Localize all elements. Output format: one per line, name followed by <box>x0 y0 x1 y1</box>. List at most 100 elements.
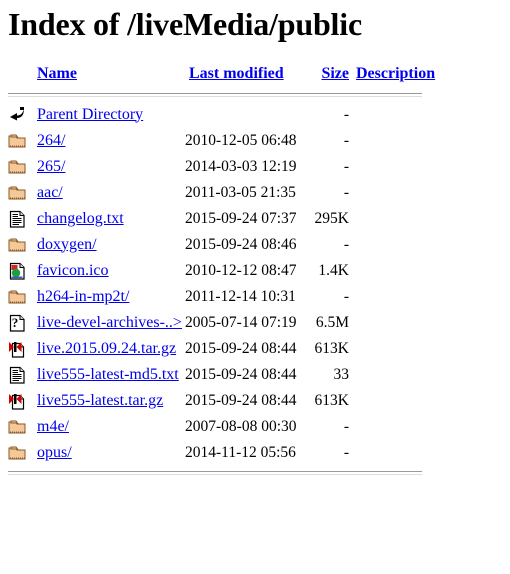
folder-icon <box>8 156 28 178</box>
row-name-cell: live-devel-archives-..> <box>37 310 185 336</box>
file-link[interactable]: opus/ <box>37 444 72 461</box>
file-link[interactable]: 264/ <box>37 132 65 149</box>
sort-by-size[interactable]: Size <box>321 65 349 82</box>
table-row: aac/2011-03-05 21:35 - <box>8 180 435 206</box>
row-description <box>349 414 435 440</box>
file-link[interactable]: changelog.txt <box>37 210 124 227</box>
row-name-cell: 265/ <box>37 154 185 180</box>
footer-rule-cell <box>8 466 435 480</box>
folder-icon <box>8 442 28 464</box>
table-row: Parent Directory - <box>8 102 435 128</box>
row-icon-cell: ? <box>8 310 37 336</box>
row-description <box>349 388 435 414</box>
row-last-modified: 2005-07-14 07:19 <box>185 313 297 331</box>
file-link[interactable]: Parent Directory <box>37 106 143 123</box>
svg-text:?: ? <box>12 315 19 330</box>
horizontal-rule-bottom <box>8 470 422 475</box>
header-row: Name Last modified Size Description <box>8 60 435 88</box>
row-last-modified: 2015-09-24 07:37 <box>185 209 297 227</box>
row-description <box>349 258 435 284</box>
row-icon-cell <box>8 128 37 154</box>
row-last-modified: 2015-09-24 08:44 <box>185 391 297 409</box>
footer-rule-row <box>8 466 435 480</box>
table-row: m4e/2007-08-08 00:30 - <box>8 414 435 440</box>
text-file-icon <box>8 364 28 386</box>
row-size: 6.5M <box>315 313 349 331</box>
row-description <box>349 154 435 180</box>
compressed-file-icon <box>8 390 28 412</box>
row-size: 1.4K <box>318 261 349 279</box>
table-row: live555-latest-md5.txt 2015-09-24 08:44 33 <box>8 362 435 388</box>
file-link[interactable]: aac/ <box>37 184 63 201</box>
row-last-modified: 2015-09-24 08:46 <box>185 235 297 253</box>
table-row: favicon.ico 2010-12-12 08:47 1.4K <box>8 258 435 284</box>
row-size: 613K <box>314 391 349 409</box>
row-last-modified: 2015-09-24 08:44 <box>185 339 297 357</box>
row-size: 613K <box>314 339 349 357</box>
row-description <box>349 440 435 466</box>
header-icon-spacer <box>8 60 37 88</box>
row-name-cell: changelog.txt <box>37 206 185 232</box>
file-link[interactable]: live555-latest.tar.gz <box>37 392 163 409</box>
table-row: ? live-devel-archives-..> 2005-07-14 07:19… <box>8 310 435 336</box>
table-row: h264-in-mp2t/2011-12-14 10:31 - <box>8 284 435 310</box>
header-name: Name <box>37 60 185 88</box>
file-link[interactable]: live.2015.09.24.tar.gz <box>37 340 176 357</box>
sort-by-name[interactable]: Name <box>37 65 77 82</box>
row-name-cell: 264/ <box>37 128 185 154</box>
table-row: changelog.txt 2015-09-24 07:37 295K <box>8 206 435 232</box>
table-row: live555-latest.tar.gz 2015-09-24 08:44 613… <box>8 388 435 414</box>
folder-icon <box>8 182 28 204</box>
folder-icon <box>8 416 28 438</box>
row-last-modified: 2014-11-12 05:56 <box>185 443 296 461</box>
row-size: - <box>343 235 349 253</box>
table-row: opus/2014-11-12 05:56 - <box>8 440 435 466</box>
file-link[interactable]: h264-in-mp2t/ <box>37 288 129 305</box>
file-link[interactable]: 265/ <box>37 158 65 175</box>
row-description <box>349 336 435 362</box>
file-link[interactable]: doxygen/ <box>37 236 97 253</box>
table-row: live.2015.09.24.tar.gz 2015-09-24 08:44 61… <box>8 336 435 362</box>
row-last-modified: 2011-03-05 21:35 <box>185 183 296 201</box>
row-description <box>349 206 435 232</box>
row-name-cell: Parent Directory <box>37 102 185 128</box>
table-body: Parent Directory -264/2010-12-05 06:48-26… <box>8 102 435 466</box>
header-size: Size <box>313 60 349 88</box>
file-link[interactable]: live-devel-archives-..> <box>37 314 182 331</box>
row-icon-cell <box>8 440 37 466</box>
horizontal-rule-top <box>8 92 422 97</box>
row-description <box>349 232 435 258</box>
row-icon-cell <box>8 284 37 310</box>
row-description <box>349 180 435 206</box>
sort-by-description[interactable]: Description <box>356 65 435 82</box>
row-description <box>349 128 435 154</box>
row-icon-cell <box>8 154 37 180</box>
row-size: - <box>343 131 349 149</box>
table-footer <box>8 466 435 480</box>
table-row: doxygen/2015-09-24 08:46 - <box>8 232 435 258</box>
row-name-cell: live.2015.09.24.tar.gz <box>37 336 185 362</box>
row-name-cell: opus/ <box>37 440 185 466</box>
header-last-modified: Last modified <box>185 60 313 88</box>
compressed-file-icon <box>8 338 28 360</box>
row-size: 295K <box>314 209 349 227</box>
row-size: 33 <box>333 365 350 383</box>
row-last-modified: 2015-09-24 08:44 <box>185 365 297 383</box>
directory-listing-table: Name Last modified Size Description Pare… <box>8 60 435 480</box>
row-size: - <box>343 287 349 305</box>
row-size: - <box>343 157 349 175</box>
row-description <box>349 284 435 310</box>
file-link[interactable]: m4e/ <box>37 418 69 435</box>
row-name-cell: h264-in-mp2t/ <box>37 284 185 310</box>
folder-icon <box>8 130 28 152</box>
row-size: - <box>343 417 349 435</box>
folder-icon <box>8 234 28 256</box>
unknown-file-icon: ? <box>8 312 28 334</box>
folder-icon <box>8 286 28 308</box>
file-link[interactable]: favicon.ico <box>37 262 109 279</box>
row-last-modified: 2007-08-08 00:30 <box>185 417 297 435</box>
row-icon-cell <box>8 336 37 362</box>
row-last-modified: 2010-12-12 08:47 <box>185 261 297 279</box>
sort-by-last-modified[interactable]: Last modified <box>189 65 284 82</box>
file-link[interactable]: live555-latest-md5.txt <box>37 366 179 383</box>
